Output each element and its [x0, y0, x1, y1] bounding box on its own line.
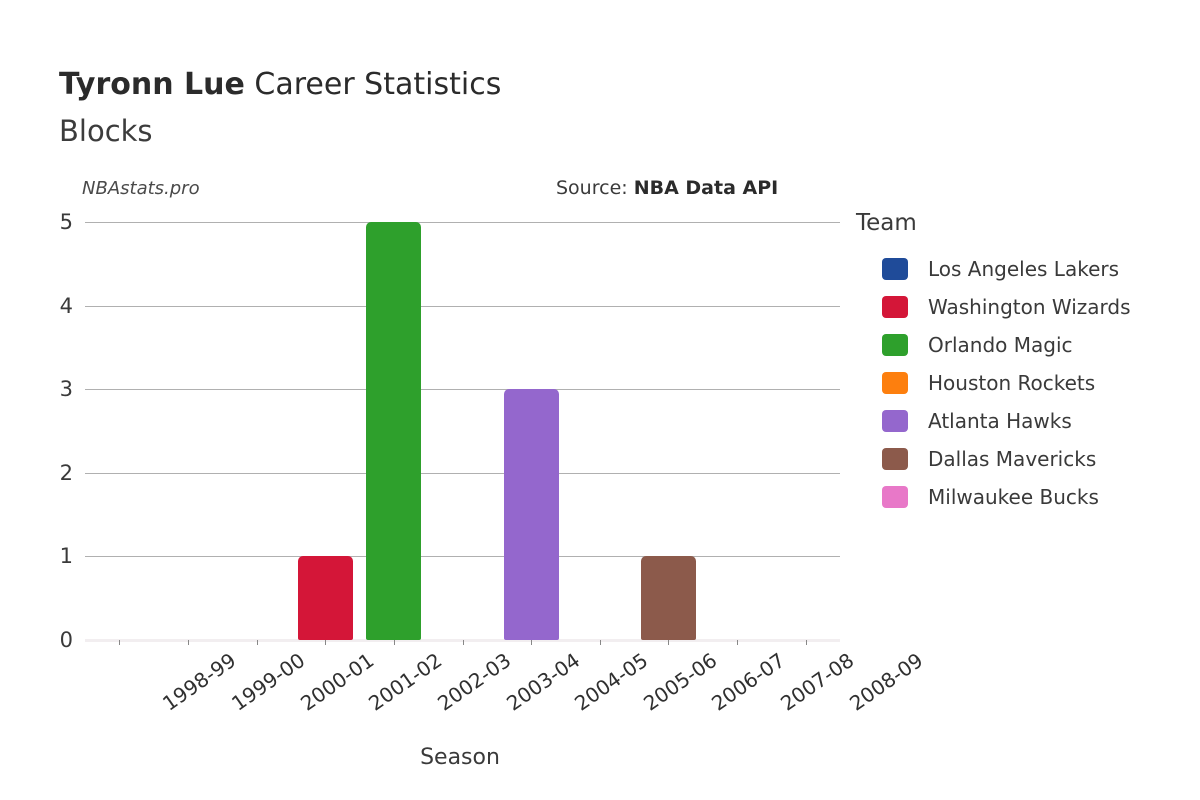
y-tick-label: 2 — [59, 460, 73, 485]
gridline — [85, 556, 840, 558]
plot-area — [85, 222, 840, 642]
y-axis: Blocks 012345 — [0, 210, 85, 652]
watermark: NBAstats.pro — [82, 178, 200, 199]
x-tick-mark — [531, 640, 533, 645]
x-tick-label: 1998-99 — [158, 648, 241, 716]
bar[interactable] — [503, 389, 559, 640]
chart-title-player: Tyronn Lue — [59, 67, 245, 102]
legend-color-swatch — [882, 372, 908, 394]
legend-color-swatch — [882, 486, 908, 508]
legend-item[interactable]: Los Angeles Lakers — [856, 250, 1196, 288]
x-tick-label: 2008-09 — [844, 648, 928, 716]
x-tick-label: 2004-05 — [570, 648, 653, 716]
x-tick-label: 2005-06 — [638, 648, 722, 716]
x-tick-label: 2006-07 — [707, 648, 790, 716]
legend-item-label: Milwaukee Bucks — [928, 485, 1099, 509]
x-tick-mark — [805, 640, 807, 645]
x-tick-label: 2003-04 — [501, 648, 584, 716]
y-tick-label: 4 — [59, 293, 73, 318]
chart-canvas: Tyronn Lue Career Statistics Blocks NBAs… — [0, 0, 1200, 800]
source-label: Source: — [556, 177, 634, 199]
legend-color-swatch — [882, 258, 908, 280]
legend-item-list: Los Angeles Lakers Washington Wizards Orla… — [856, 250, 1196, 516]
x-tick-label: 2007-08 — [776, 648, 859, 716]
x-tick-mark — [599, 640, 601, 645]
gridline — [85, 472, 840, 474]
legend-color-swatch — [882, 448, 908, 470]
legend-item-label: Los Angeles Lakers — [928, 257, 1120, 281]
x-tick-mark — [187, 640, 189, 645]
y-tick-label: 1 — [59, 544, 73, 569]
source-name: NBA Data API — [633, 177, 779, 199]
legend-item-label: Washington Wizards — [928, 295, 1131, 319]
x-tick-label: 2002-03 — [432, 648, 516, 716]
legend-item-label: Dallas Mavericks — [928, 447, 1097, 471]
x-tick-mark — [256, 640, 258, 645]
legend-title: Team — [856, 210, 917, 236]
x-tick-label: 1999-00 — [227, 648, 310, 716]
x-tick-mark — [393, 640, 395, 645]
legend-item[interactable]: Dallas Mavericks — [856, 440, 1196, 478]
source-credit: Source: NBA Data API — [556, 177, 778, 199]
bar[interactable] — [366, 222, 422, 640]
legend-color-swatch — [882, 296, 908, 318]
x-tick-mark — [737, 640, 739, 645]
gridline — [85, 305, 840, 307]
x-tick-mark — [462, 640, 464, 645]
legend-color-swatch — [882, 334, 908, 356]
x-tick-label: 2000-01 — [295, 648, 378, 716]
legend-item-label: Houston Rockets — [928, 371, 1096, 395]
x-tick-mark — [119, 640, 121, 645]
x-tick-mark — [668, 640, 670, 645]
legend-item[interactable]: Orlando Magic — [856, 326, 1196, 364]
chart-subtitle: Blocks — [59, 114, 153, 148]
legend: Team Los Angeles Lakers Washington Wizard… — [856, 210, 1196, 516]
legend-item[interactable]: Houston Rockets — [856, 364, 1196, 402]
y-tick-label: 5 — [59, 210, 73, 234]
legend-color-swatch — [882, 410, 908, 432]
x-tick-label: 2001-02 — [364, 648, 447, 716]
x-tick-mark — [325, 640, 327, 645]
y-tick-label: 0 — [59, 628, 73, 652]
gridline — [85, 389, 840, 391]
y-tick-label: 3 — [59, 377, 73, 402]
chart-title: Tyronn Lue Career Statistics — [59, 66, 501, 104]
legend-item[interactable]: Atlanta Hawks — [856, 402, 1196, 440]
x-axis-title: Season — [420, 745, 500, 770]
legend-item[interactable]: Washington Wizards — [856, 288, 1196, 326]
bar[interactable] — [297, 556, 353, 640]
legend-item-label: Orlando Magic — [928, 333, 1073, 357]
legend-item-label: Atlanta Hawks — [928, 409, 1072, 433]
chart-title-suffix: Career Statistics — [244, 67, 502, 102]
gridline — [85, 222, 840, 223]
bar[interactable] — [640, 556, 696, 640]
x-axis: 1998-99 1999-00 2000-01 2001-02 2002-03 2003-… — [85, 640, 927, 750]
legend-item[interactable]: Milwaukee Bucks — [856, 478, 1196, 516]
